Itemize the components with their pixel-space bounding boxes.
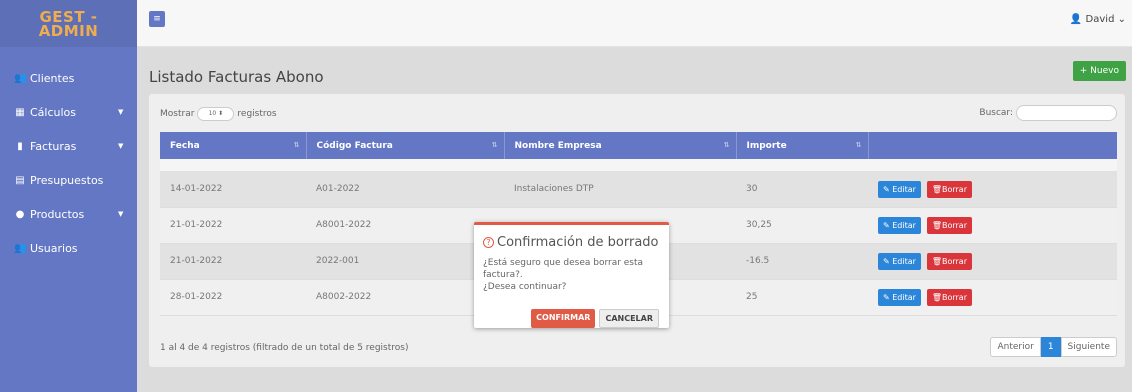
delete-button[interactable]: 🗑Borrar — [926, 180, 972, 198]
delete-button[interactable]: 🗑Borrar — [926, 288, 972, 306]
sidebar-item-label: Cálculos — [30, 105, 77, 119]
table-info: 1 al 4 de 4 registros (filtrado de un to… — [160, 343, 409, 353]
edit-button[interactable]: ✎ Editar — [878, 288, 921, 306]
page-size-select[interactable]: 10 ⬍ — [197, 107, 235, 121]
cell-importe: 25 — [736, 279, 868, 316]
edit-icon: ✎ — [883, 220, 890, 230]
calculator-icon: ▦ — [15, 106, 25, 118]
page-size-control: Mostrar 10 ⬍ registros — [160, 107, 277, 121]
edit-icon: ✎ — [883, 292, 890, 302]
delete-button[interactable]: 🗑Borrar — [926, 252, 972, 270]
cell-actions: ✎ Editar 🗑Borrar — [868, 243, 1117, 280]
topbar: ≡ 👤 David ⌄ — [137, 0, 1132, 47]
column-header-fecha[interactable]: Fecha ⇅ — [160, 132, 307, 159]
user-menu[interactable]: 👤 David ⌄ — [1070, 14, 1126, 25]
file-icon: ▮ — [17, 140, 23, 152]
cell-actions: ✎ Editar 🗑Borrar — [868, 279, 1117, 316]
sidebar-item-label: Productos — [30, 207, 85, 221]
cell-importe: 30,25 — [736, 207, 868, 244]
file-text-icon: ▤ — [15, 174, 25, 186]
chevron-down-icon: ⌄ — [1117, 14, 1126, 25]
page-title: Listado Facturas Abono — [149, 68, 324, 86]
dialog-title: ? Confirmación de borrado — [483, 235, 659, 250]
pagination-page-1[interactable]: 1 — [1040, 337, 1061, 357]
sidebar-item-label: Usuarios — [30, 241, 78, 255]
cell-importe: -16.5 — [736, 243, 868, 280]
cell-fecha: 28-01-2022 — [160, 279, 306, 316]
sort-icon: ⇅ — [491, 141, 498, 149]
trash-icon: 🗑 — [931, 256, 942, 266]
question-icon: ? — [483, 237, 494, 248]
trash-icon: 🗑 — [931, 292, 942, 302]
dialog-message: ¿Está seguro que desea borrar esta factu… — [483, 257, 663, 293]
pagination-next[interactable]: Siguiente — [1060, 337, 1117, 357]
cancel-button[interactable]: CANCELAR — [599, 309, 659, 328]
sidebar-item-presupuestos[interactable]: ▤ Presupuestos — [0, 163, 137, 197]
brand-line-2: ADMIN — [38, 21, 99, 40]
cell-fecha: 21-01-2022 — [160, 207, 306, 244]
pagination: Anterior 1 Siguiente — [990, 337, 1117, 357]
cell-importe: 30 — [736, 171, 868, 208]
user-group-icon: 👥 — [14, 242, 27, 254]
sidebar-item-clientes[interactable]: 👥 Clientes — [0, 61, 137, 95]
column-header-codigo[interactable]: Código Factura ⇅ — [306, 132, 505, 159]
sidebar-nav: 👥 Clientes ▦ Cálculos ▼ ▮ Facturas ▼ ▤ P… — [0, 61, 137, 265]
pagination-previous[interactable]: Anterior — [990, 337, 1041, 357]
brand-logo[interactable]: GEST - ADMIN — [0, 0, 137, 47]
cell-empresa: Instalaciones DTP — [504, 171, 736, 208]
chevron-down-icon: ▼ — [118, 142, 124, 150]
cell-codigo: A01-2022 — [306, 171, 504, 208]
sidebar: GEST - ADMIN 👥 Clientes ▦ Cálculos ▼ ▮ F… — [0, 0, 137, 392]
column-header-actions — [868, 132, 1117, 159]
cell-fecha: 21-01-2022 — [160, 243, 306, 280]
dialog-line-1: ¿Está seguro que desea borrar esta factu… — [483, 258, 644, 280]
user-name: David — [1085, 14, 1115, 25]
sort-icon: ⇅ — [855, 141, 862, 149]
dialog-buttons: CONFIRMAR CANCELAR — [527, 309, 659, 328]
edit-button[interactable]: ✎ Editar — [878, 180, 921, 198]
confirm-delete-dialog: ? Confirmación de borrado ¿Está seguro qu… — [474, 222, 669, 328]
trash-icon: 🗑 — [931, 184, 942, 194]
sort-icon: ⇅ — [293, 141, 300, 149]
search-control: Buscar: — [979, 105, 1117, 121]
cell-fecha: 14-01-2022 — [160, 171, 306, 208]
delete-button[interactable]: 🗑Borrar — [926, 216, 972, 234]
sidebar-item-facturas[interactable]: ▮ Facturas ▼ — [0, 129, 137, 163]
sidebar-item-label: Clientes — [30, 71, 75, 85]
menu-toggle-button[interactable]: ≡ — [149, 11, 165, 27]
product-icon: ● — [15, 208, 25, 220]
users-icon: 👥 — [14, 72, 27, 84]
confirm-button[interactable]: CONFIRMAR — [531, 309, 596, 328]
trash-icon: 🗑 — [931, 220, 942, 230]
edit-icon: ✎ — [883, 256, 890, 266]
user-icon: 👤 — [1069, 14, 1083, 25]
sidebar-item-usuarios[interactable]: 👥 Usuarios — [0, 231, 137, 265]
column-header-empresa[interactable]: Nombre Empresa ⇅ — [504, 132, 737, 159]
edit-icon: ✎ — [883, 184, 890, 194]
cell-actions: ✎ Editar 🗑Borrar — [868, 171, 1117, 208]
chevron-down-icon: ▼ — [118, 108, 124, 116]
sidebar-item-productos[interactable]: ● Productos ▼ — [0, 197, 137, 231]
search-input[interactable] — [1016, 105, 1117, 121]
sidebar-item-calculos[interactable]: ▦ Cálculos ▼ — [0, 95, 137, 129]
cell-actions: ✎ Editar 🗑Borrar — [868, 207, 1117, 244]
table-row: 14-01-2022 A01-2022 Instalaciones DTP 30… — [160, 171, 1117, 208]
column-header-importe[interactable]: Importe ⇅ — [736, 132, 869, 159]
chevron-down-icon: ▼ — [118, 210, 124, 218]
sidebar-item-label: Facturas — [30, 139, 77, 153]
sort-icon: ⇅ — [723, 141, 730, 149]
sidebar-item-label: Presupuestos — [30, 173, 104, 187]
edit-button[interactable]: ✎ Editar — [878, 252, 921, 270]
dialog-line-2: ¿Desea continuar? — [483, 282, 567, 292]
new-button[interactable]: + Nuevo — [1072, 61, 1126, 81]
search-label: Buscar: — [979, 108, 1013, 118]
registros-label: registros — [237, 109, 277, 119]
show-label: Mostrar — [160, 109, 195, 119]
edit-button[interactable]: ✎ Editar — [878, 216, 921, 234]
